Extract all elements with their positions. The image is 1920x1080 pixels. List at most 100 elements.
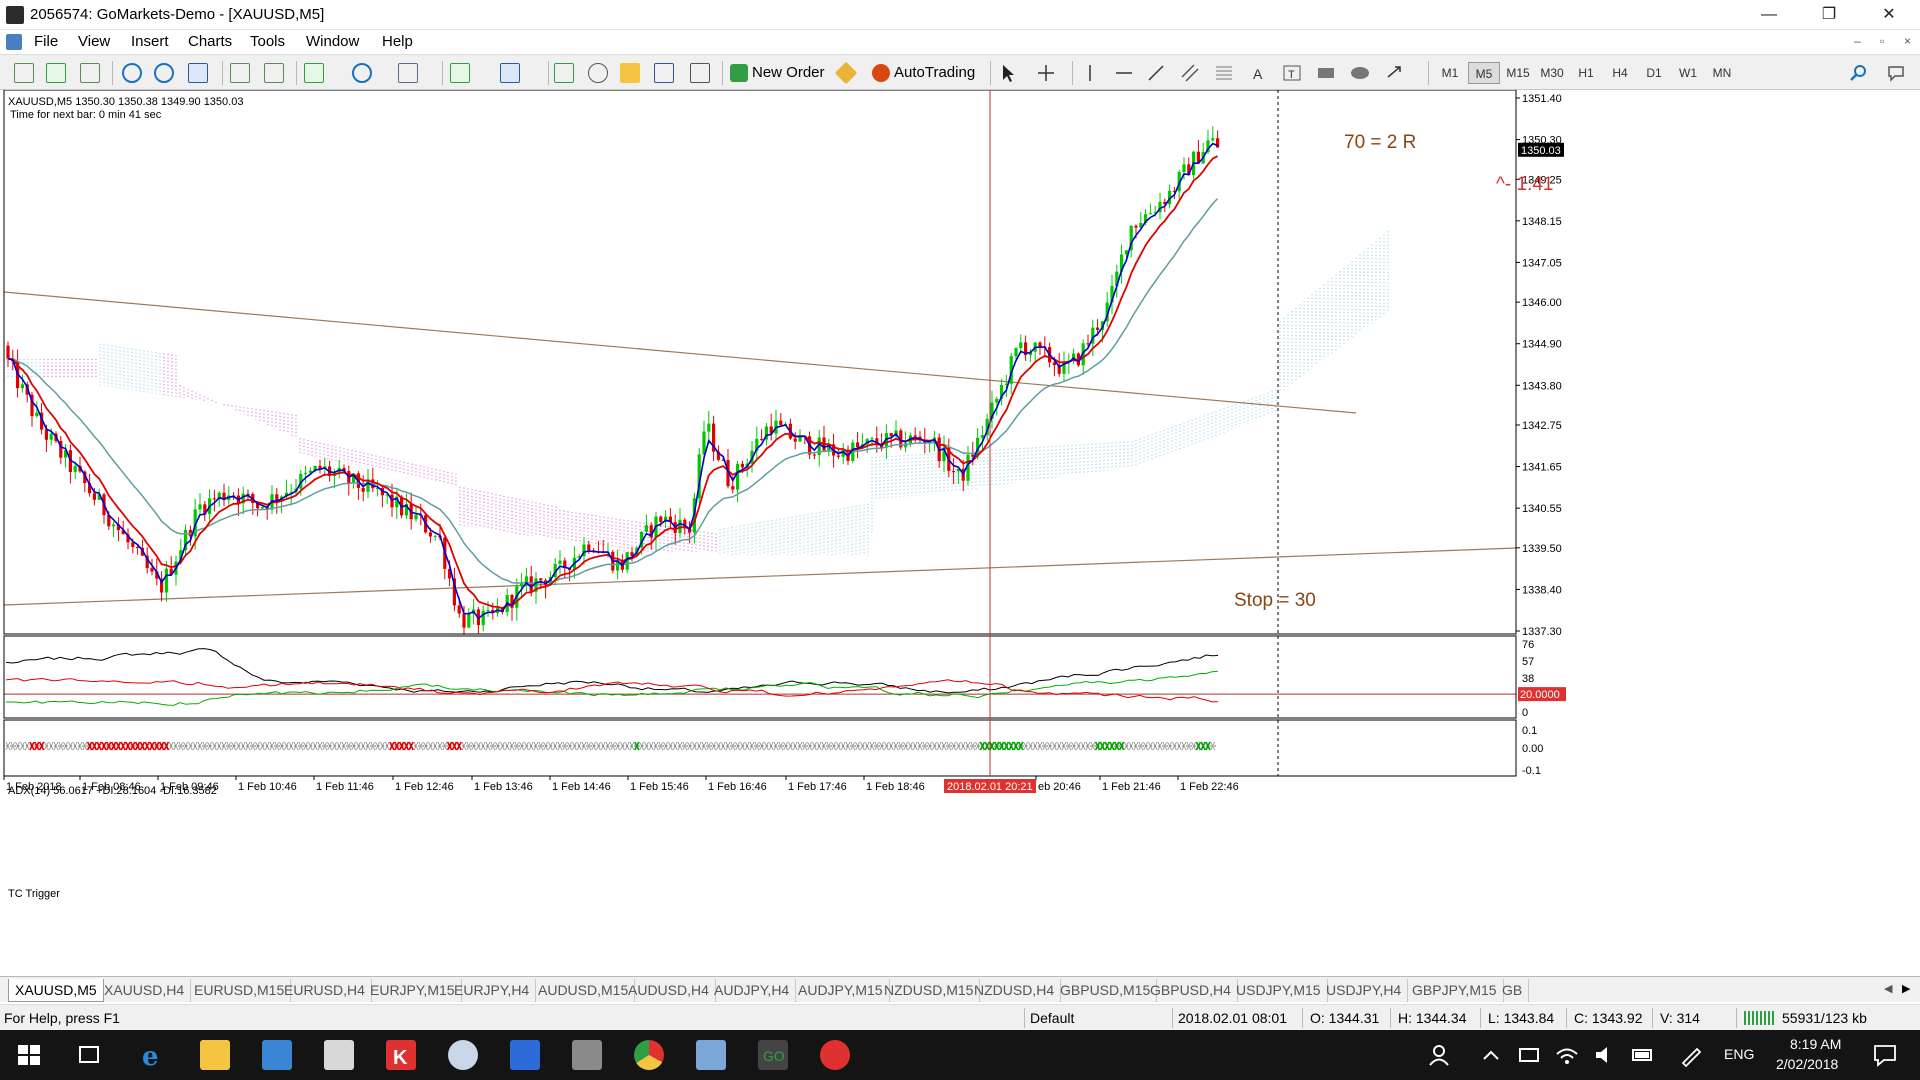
chart-canvas[interactable]: 1351.401350.301349.251348.151347.051346.…	[0, 90, 1920, 950]
keyboard-tray-icon[interactable]	[1514, 1040, 1544, 1070]
kaspersky-icon[interactable]: K	[386, 1040, 416, 1070]
battery-icon[interactable]	[1628, 1040, 1658, 1070]
chart-tab-usdjpy-h4[interactable]: USDJPY,H4	[1320, 979, 1409, 1002]
chart-tab-nzdusd-h4[interactable]: NZDUSD,H4	[968, 979, 1062, 1002]
arrows-icon[interactable]	[1384, 63, 1404, 83]
tile-windows-icon[interactable]	[188, 63, 208, 83]
documents-icon[interactable]	[696, 1040, 726, 1070]
bar-chart-icon[interactable]	[14, 63, 34, 83]
timeframe-d1-button[interactable]: D1	[1638, 62, 1670, 84]
store-icon[interactable]	[262, 1040, 292, 1070]
candlestick-chart-icon[interactable]	[46, 63, 66, 83]
horizontal-line-icon[interactable]	[1114, 63, 1134, 83]
autotrading-button[interactable]: AutoTrading	[872, 61, 975, 85]
input-language[interactable]: ENG	[1724, 1046, 1754, 1062]
text-tool-icon[interactable]: A	[1248, 63, 1268, 83]
chart-tab-audusd-m15[interactable]: AUDUSD,M15	[532, 979, 636, 1002]
periods-icon[interactable]	[352, 63, 372, 83]
navigator-icon[interactable]	[620, 63, 640, 83]
auto-scroll-icon[interactable]	[230, 63, 250, 83]
task-view-icon[interactable]	[74, 1040, 104, 1070]
chart-tab-eurusd-h4[interactable]: EURUSD,H4	[278, 979, 372, 1002]
trendline-icon[interactable]	[1146, 63, 1166, 83]
pen-icon[interactable]	[1676, 1040, 1706, 1070]
timeframe-m15-button[interactable]: M15	[1502, 62, 1534, 84]
chart-tab-xauusd-h4[interactable]: XAUUSD,H4	[98, 979, 192, 1002]
fibonacci-icon[interactable]	[1214, 63, 1234, 83]
templates-icon[interactable]	[398, 63, 418, 83]
timeframe-h1-button[interactable]: H1	[1570, 62, 1602, 84]
clock-time[interactable]: 8:19 AM	[1790, 1036, 1841, 1052]
chart-tab-gbpusd-m15[interactable]: GBPUSD,M15	[1054, 979, 1158, 1002]
calculator-icon[interactable]	[324, 1040, 354, 1070]
menu-file[interactable]: File	[34, 33, 58, 50]
rectangle-icon[interactable]	[1316, 63, 1336, 83]
profiles-icon[interactable]	[500, 63, 520, 83]
vertical-line-icon[interactable]	[1080, 63, 1100, 83]
gomarkets-mt4-icon[interactable]: GO	[758, 1040, 788, 1070]
minimize-button[interactable]: —	[1746, 0, 1792, 30]
menu-window[interactable]: Window	[306, 33, 359, 50]
tabs-scroll-left-icon[interactable]: ◀	[1884, 982, 1892, 995]
chrome-icon[interactable]	[634, 1040, 664, 1070]
zoom-out-icon[interactable]	[154, 63, 174, 83]
timeframe-m30-button[interactable]: M30	[1536, 62, 1568, 84]
menu-charts[interactable]: Charts	[188, 33, 232, 50]
tradingview-icon[interactable]	[820, 1040, 850, 1070]
text-label-icon[interactable]: T	[1282, 63, 1302, 83]
menu-view[interactable]: View	[78, 33, 110, 50]
chart-tab-eurjpy-m15[interactable]: EURJPY,M15	[364, 979, 462, 1002]
people-icon[interactable]	[1424, 1040, 1454, 1070]
connection-status-icon[interactable]	[1744, 1011, 1774, 1025]
action-center-icon[interactable]	[1870, 1040, 1900, 1070]
timeframe-h4-button[interactable]: H4	[1604, 62, 1636, 84]
timeframe-m5-button[interactable]: M5	[1468, 62, 1500, 84]
tray-overflow-icon[interactable]	[1476, 1040, 1506, 1070]
edge-browser-icon[interactable]: e	[138, 1040, 168, 1072]
restore-button[interactable]: ❐	[1806, 0, 1852, 30]
indicators-icon[interactable]	[304, 63, 324, 83]
chart-tab-usdjpy-m15[interactable]: USDJPY,M15	[1230, 979, 1328, 1002]
mdi-minimize-button[interactable]: –	[1854, 34, 1861, 48]
chart-tab-gbpjpy-m15[interactable]: GBPJPY,M15	[1406, 979, 1504, 1002]
chart-tab-eurjpy-h4[interactable]: EURJPY,H4	[448, 979, 537, 1002]
cursor-icon[interactable]	[998, 63, 1018, 83]
ellipse-icon[interactable]	[1350, 63, 1370, 83]
strategy-tester-icon[interactable]	[690, 63, 710, 83]
camera-icon[interactable]	[572, 1040, 602, 1070]
market-watch-icon[interactable]	[554, 63, 574, 83]
chart-tab-xauusd-m5[interactable]: XAUUSD,M5	[8, 979, 104, 1002]
close-button[interactable]: ✕	[1866, 0, 1912, 30]
menu-tools[interactable]: Tools	[250, 33, 285, 50]
zoom-in-icon[interactable]	[122, 63, 142, 83]
paint-icon[interactable]	[448, 1040, 478, 1070]
menu-insert[interactable]: Insert	[131, 33, 169, 50]
volume-icon[interactable]	[1590, 1040, 1620, 1070]
new-order-button[interactable]: New Order	[730, 61, 825, 85]
mdi-close-button[interactable]: ×	[1904, 34, 1911, 48]
chart-tab-gbpusd-h4[interactable]: GBPUSD,H4	[1144, 979, 1238, 1002]
chart-tab-gb[interactable]: GB	[1496, 979, 1530, 1002]
timeframe-m1-button[interactable]: M1	[1434, 62, 1466, 84]
timeframe-mn-button[interactable]: MN	[1706, 62, 1738, 84]
clock-date[interactable]: 2/02/2018	[1776, 1056, 1838, 1072]
wifi-icon[interactable]	[1552, 1040, 1582, 1070]
chart-shift-icon[interactable]	[264, 63, 284, 83]
menu-help[interactable]: Help	[382, 33, 413, 50]
mdi-restore-button[interactable]: ▫	[1880, 34, 1884, 48]
tabs-scroll-right-icon[interactable]: ▶	[1902, 982, 1910, 995]
chart-tab-eurusd-m15[interactable]: EURUSD,M15	[188, 979, 292, 1002]
file-explorer-icon[interactable]	[200, 1040, 230, 1070]
search-icon[interactable]	[1848, 63, 1868, 83]
chart-window[interactable]: 1351.40 1350.30 1349.25 1348.15 1347.05 1346.…	[0, 90, 1920, 950]
chart-tab-audjpy-h4[interactable]: AUDJPY,H4	[708, 979, 797, 1002]
terminal-icon[interactable]	[654, 63, 674, 83]
defender-icon[interactable]	[510, 1040, 540, 1070]
data-window-icon[interactable]	[588, 63, 608, 83]
chart-doc-icon[interactable]	[6, 34, 22, 50]
chart-tab-nzdusd-m15[interactable]: NZDUSD,M15	[878, 979, 981, 1002]
line-chart-icon[interactable]	[80, 63, 100, 83]
windows-start-icon[interactable]	[14, 1040, 44, 1070]
timeframe-w1-button[interactable]: W1	[1672, 62, 1704, 84]
chart-tab-audjpy-m15[interactable]: AUDJPY,M15	[792, 979, 890, 1002]
